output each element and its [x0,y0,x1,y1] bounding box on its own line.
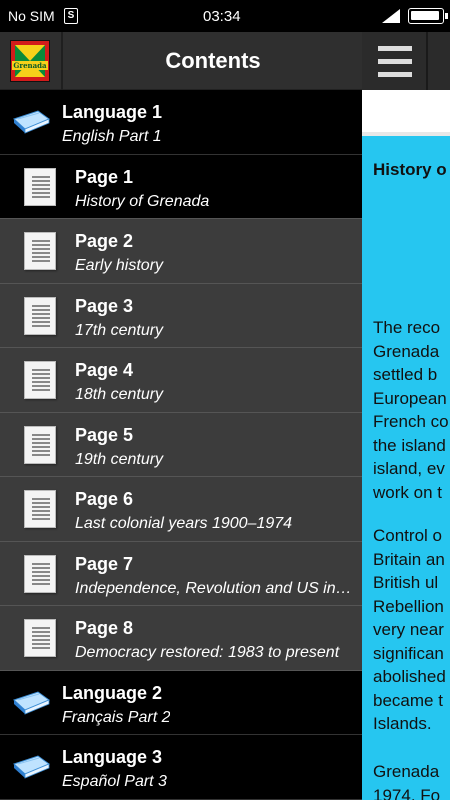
document-page-icon [24,361,56,399]
document-page-icon [24,296,56,335]
item-title: Language 2 [62,682,163,703]
item-title: Language 3 [62,747,163,767]
page-item[interactable]: Page 6 Last colonial years 1900–1974 [0,477,362,542]
article-text-line: Rebellion [373,596,444,616]
item-title: Language 1 [62,102,163,122]
item-title: Page 7 [75,553,134,574]
document-page-icon [24,425,56,464]
app-screen: No SIM S 03:34 History o The reco Grenada… [0,0,450,800]
article-text-line: Britain an [373,549,445,569]
page-item[interactable]: Page 8 Democracy restored: 1983 to presen… [0,606,362,671]
item-subtitle: Democracy restored: 1983 to present [75,644,340,661]
book-icon [13,110,50,134]
item-title: Page 2 [75,231,134,251]
article-text-line: 1974. Fo [373,785,441,800]
article-text-line: the island [373,435,446,455]
item-title: Page 8 [75,618,134,638]
article-text-line: settled b [373,365,438,384]
item-title: Page 3 [75,295,134,316]
document-page-icon [24,619,56,657]
navigation-drawer: Grenada Contents Language 1 English Part … [0,32,362,800]
item-subtitle: 17th century [75,321,164,339]
article-text-line: very near [373,620,444,639]
document-page-icon [24,232,56,270]
article-text-line: Grenada [373,341,440,361]
page-item[interactable]: Page 3 17th century [0,284,362,348]
article-text-line: The reco [373,318,441,337]
content-pane: History o The reco Grenada settled b Europe… [362,32,450,800]
language-item[interactable]: Language 2 Français Part 2 [0,670,362,735]
article-text-line: abolished [373,667,446,686]
article-text-line: French co [373,412,449,431]
item-subtitle: History of Grenada [75,192,210,210]
item-subtitle: Français Part 2 [62,708,171,726]
article-text-line: Grenada [373,762,440,781]
contents-list: Language 1 English Part 1 Page 1 History of… [0,90,362,800]
item-title: Page 4 [75,360,134,380]
article-text-line: European [373,388,447,408]
page-item[interactable]: Page 7 Independence, Revolution and US in… [0,542,362,606]
page-item[interactable]: Page 5 19th century [0,413,362,477]
content-toolbar [362,32,450,90]
battery-icon [408,8,448,24]
sim-status-icon: S [64,8,78,24]
item-subtitle: 18th century [75,386,164,403]
article-title: History o [373,160,447,179]
article-text-line: island, ev [373,459,445,478]
hamburger-menu-button[interactable] [366,32,424,90]
language-item[interactable]: Language 1 English Part 1 [0,90,362,155]
status-clock: 03:34 [203,8,241,25]
article-text-line: Control o [373,526,442,545]
drawer-header: Grenada Contents [0,32,362,90]
item-subtitle: Español Part 3 [62,773,167,790]
item-subtitle: 19th century [75,450,164,468]
item-subtitle: Independence, Revolution and US invasion [75,579,358,597]
item-subtitle: Last colonial years 1900–1974 [75,515,293,532]
article-text-line: became t [373,690,443,710]
item-title: Page 6 [75,489,134,509]
item-title: Page 5 [75,424,134,445]
grenada-flag-logo: Grenada [10,40,50,82]
article-content[interactable]: History o The reco Grenada settled b Europe… [362,136,450,800]
item-title: Page 1 [75,166,134,187]
document-page-icon [24,554,56,593]
carrier-label: No SIM [8,8,55,24]
document-page-icon [24,490,56,528]
article-text-line: Islands. [373,714,432,733]
page-item[interactable]: Page 2 Early history [0,219,362,284]
article-text-line: work on t [373,482,442,502]
book-icon [13,755,50,779]
drawer-title: Contents [165,48,261,73]
article-text-line: significan [373,643,444,663]
header-divider [61,32,63,90]
page-item[interactable]: Page 1 History of Grenada [0,154,362,219]
status-bar: No SIM S 03:34 [0,0,450,32]
book-icon [13,690,50,715]
item-subtitle: Early history [75,257,164,274]
item-subtitle: English Part 1 [62,128,162,145]
toolbar-divider [426,32,428,90]
page-item[interactable]: Page 4 18th century [0,348,362,413]
article-text-line: British ul [373,573,439,592]
document-page-icon [24,167,56,206]
content-subheader [362,90,450,132]
language-item[interactable]: Language 3 Español Part 3 [0,735,362,800]
signal-icon [382,9,400,23]
